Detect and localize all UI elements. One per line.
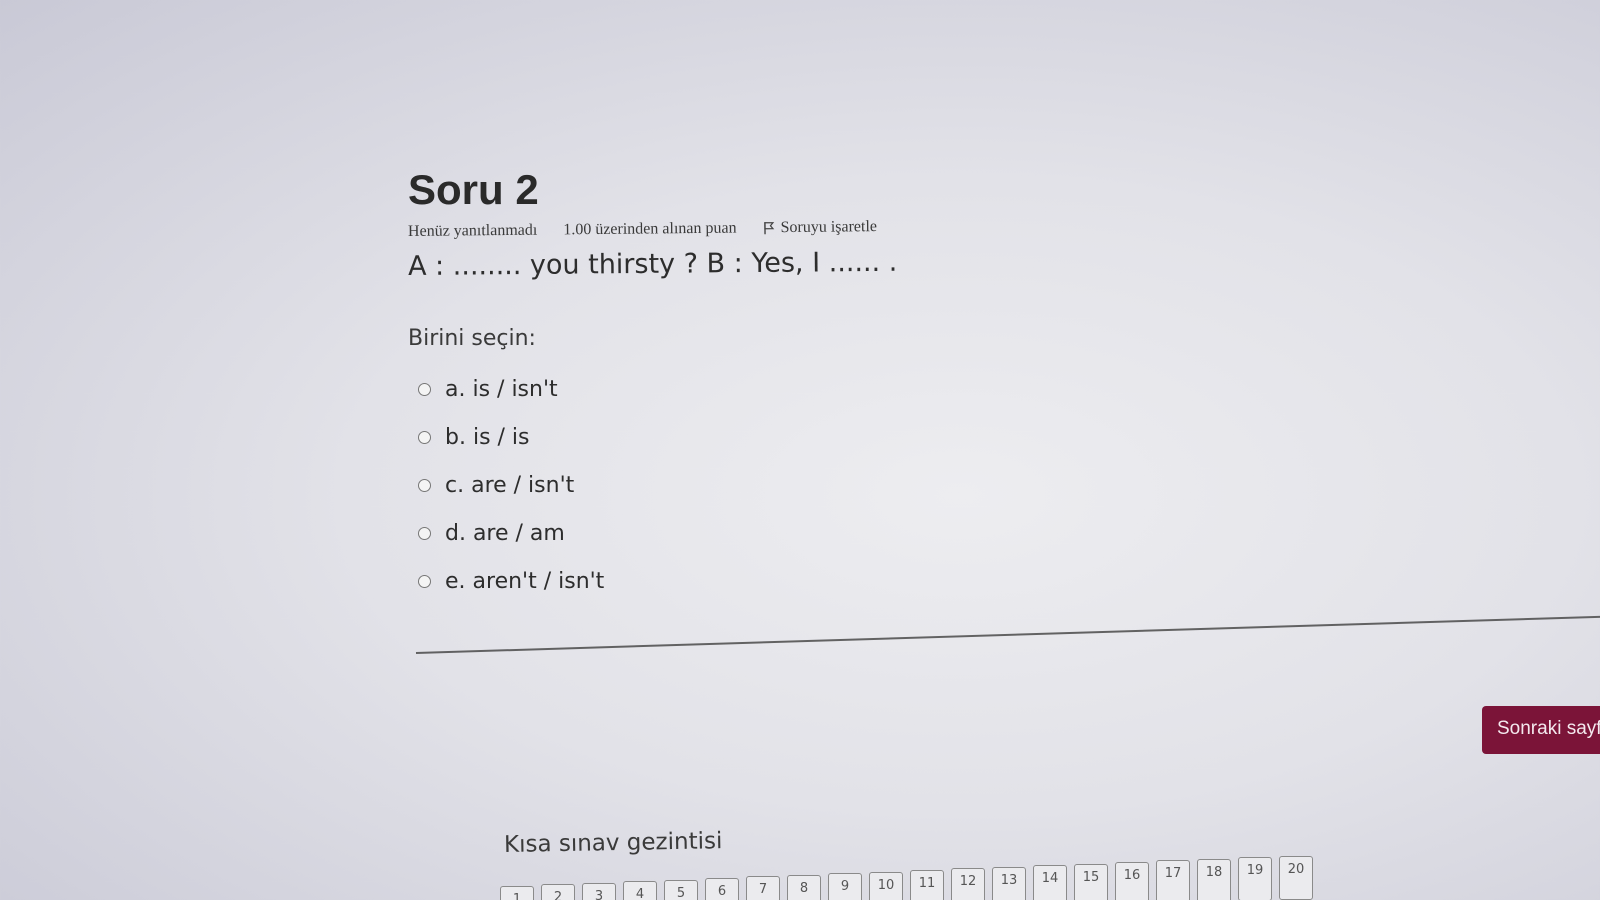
nav-button-1[interactable]: 1 (500, 886, 534, 900)
nav-button-13[interactable]: 13 (992, 866, 1026, 900)
option-label: a. is / isn't (445, 376, 558, 402)
option-label: d. are / am (445, 520, 565, 546)
flag-icon (763, 222, 774, 235)
nav-button-4[interactable]: 4 (623, 881, 657, 900)
section-divider (415, 615, 1600, 654)
option-b[interactable]: b. is / is (418, 413, 1408, 461)
question-info: Henüz yanıtlanmadı 1.00 üzerinden alınan… (408, 213, 1408, 241)
question-grade: 1.00 üzerinden alınan puan (563, 219, 737, 239)
next-page-button[interactable]: Sonraki sayfa (1482, 706, 1600, 754)
nav-button-12[interactable]: 12 (951, 868, 985, 900)
nav-button-2[interactable]: 2 (541, 884, 575, 900)
nav-button-18[interactable]: 18 (1197, 858, 1231, 900)
quiz-navigation-buttons: 1 2 3 4 5 6 7 8 9 10 11 12 13 14 15 16 17 18 19 20 (500, 852, 1360, 900)
option-c[interactable]: c. are / isn't (418, 461, 1408, 509)
option-label: c. are / isn't (445, 472, 575, 498)
option-label: b. is / is (445, 424, 530, 450)
option-d[interactable]: d. are / am (418, 509, 1408, 557)
radio-circle-icon[interactable] (418, 430, 431, 444)
nav-button-17[interactable]: 17 (1156, 860, 1190, 900)
question-panel: Soru 2 Henüz yanıtlanmadı 1.00 üzerinden… (408, 165, 1408, 605)
nav-button-10[interactable]: 10 (869, 871, 903, 900)
nav-button-7[interactable]: 7 (746, 876, 780, 900)
nav-button-3[interactable]: 3 (582, 882, 616, 900)
radio-circle-icon[interactable] (418, 478, 431, 492)
question-status: Henüz yanıtlanmadı (407, 221, 538, 240)
radio-circle-icon[interactable] (418, 526, 431, 540)
nav-button-8[interactable]: 8 (787, 874, 821, 900)
question-text: A : ........ you thirsty ? B : Yes, I ..… (407, 246, 898, 282)
nav-button-5[interactable]: 5 (664, 879, 698, 900)
radio-circle-icon[interactable] (418, 574, 431, 588)
nav-button-11[interactable]: 11 (910, 870, 944, 900)
nav-button-19[interactable]: 19 (1238, 857, 1272, 900)
nav-button-9[interactable]: 9 (828, 873, 862, 900)
question-title: Soru 2 (408, 166, 539, 213)
nav-button-6[interactable]: 6 (705, 878, 739, 900)
nav-button-15[interactable]: 15 (1074, 863, 1108, 900)
option-a[interactable]: a. is / isn't (418, 365, 1408, 413)
answer-block: Birini seçin: a. is / isn't b. is / is c… (408, 326, 1408, 605)
answer-prompt: Birini seçin: (408, 326, 536, 351)
nav-button-14[interactable]: 14 (1033, 865, 1067, 900)
nav-button-16[interactable]: 16 (1115, 862, 1149, 900)
option-e[interactable]: e. aren't / isn't (418, 557, 1408, 605)
flag-question-label: Soruyu işaretle (780, 218, 878, 237)
radio-circle-icon[interactable] (418, 382, 431, 396)
option-label: e. aren't / isn't (445, 568, 605, 594)
nav-button-20[interactable]: 20 (1279, 855, 1313, 900)
flag-question-link[interactable]: Soruyu işaretle (762, 218, 877, 237)
